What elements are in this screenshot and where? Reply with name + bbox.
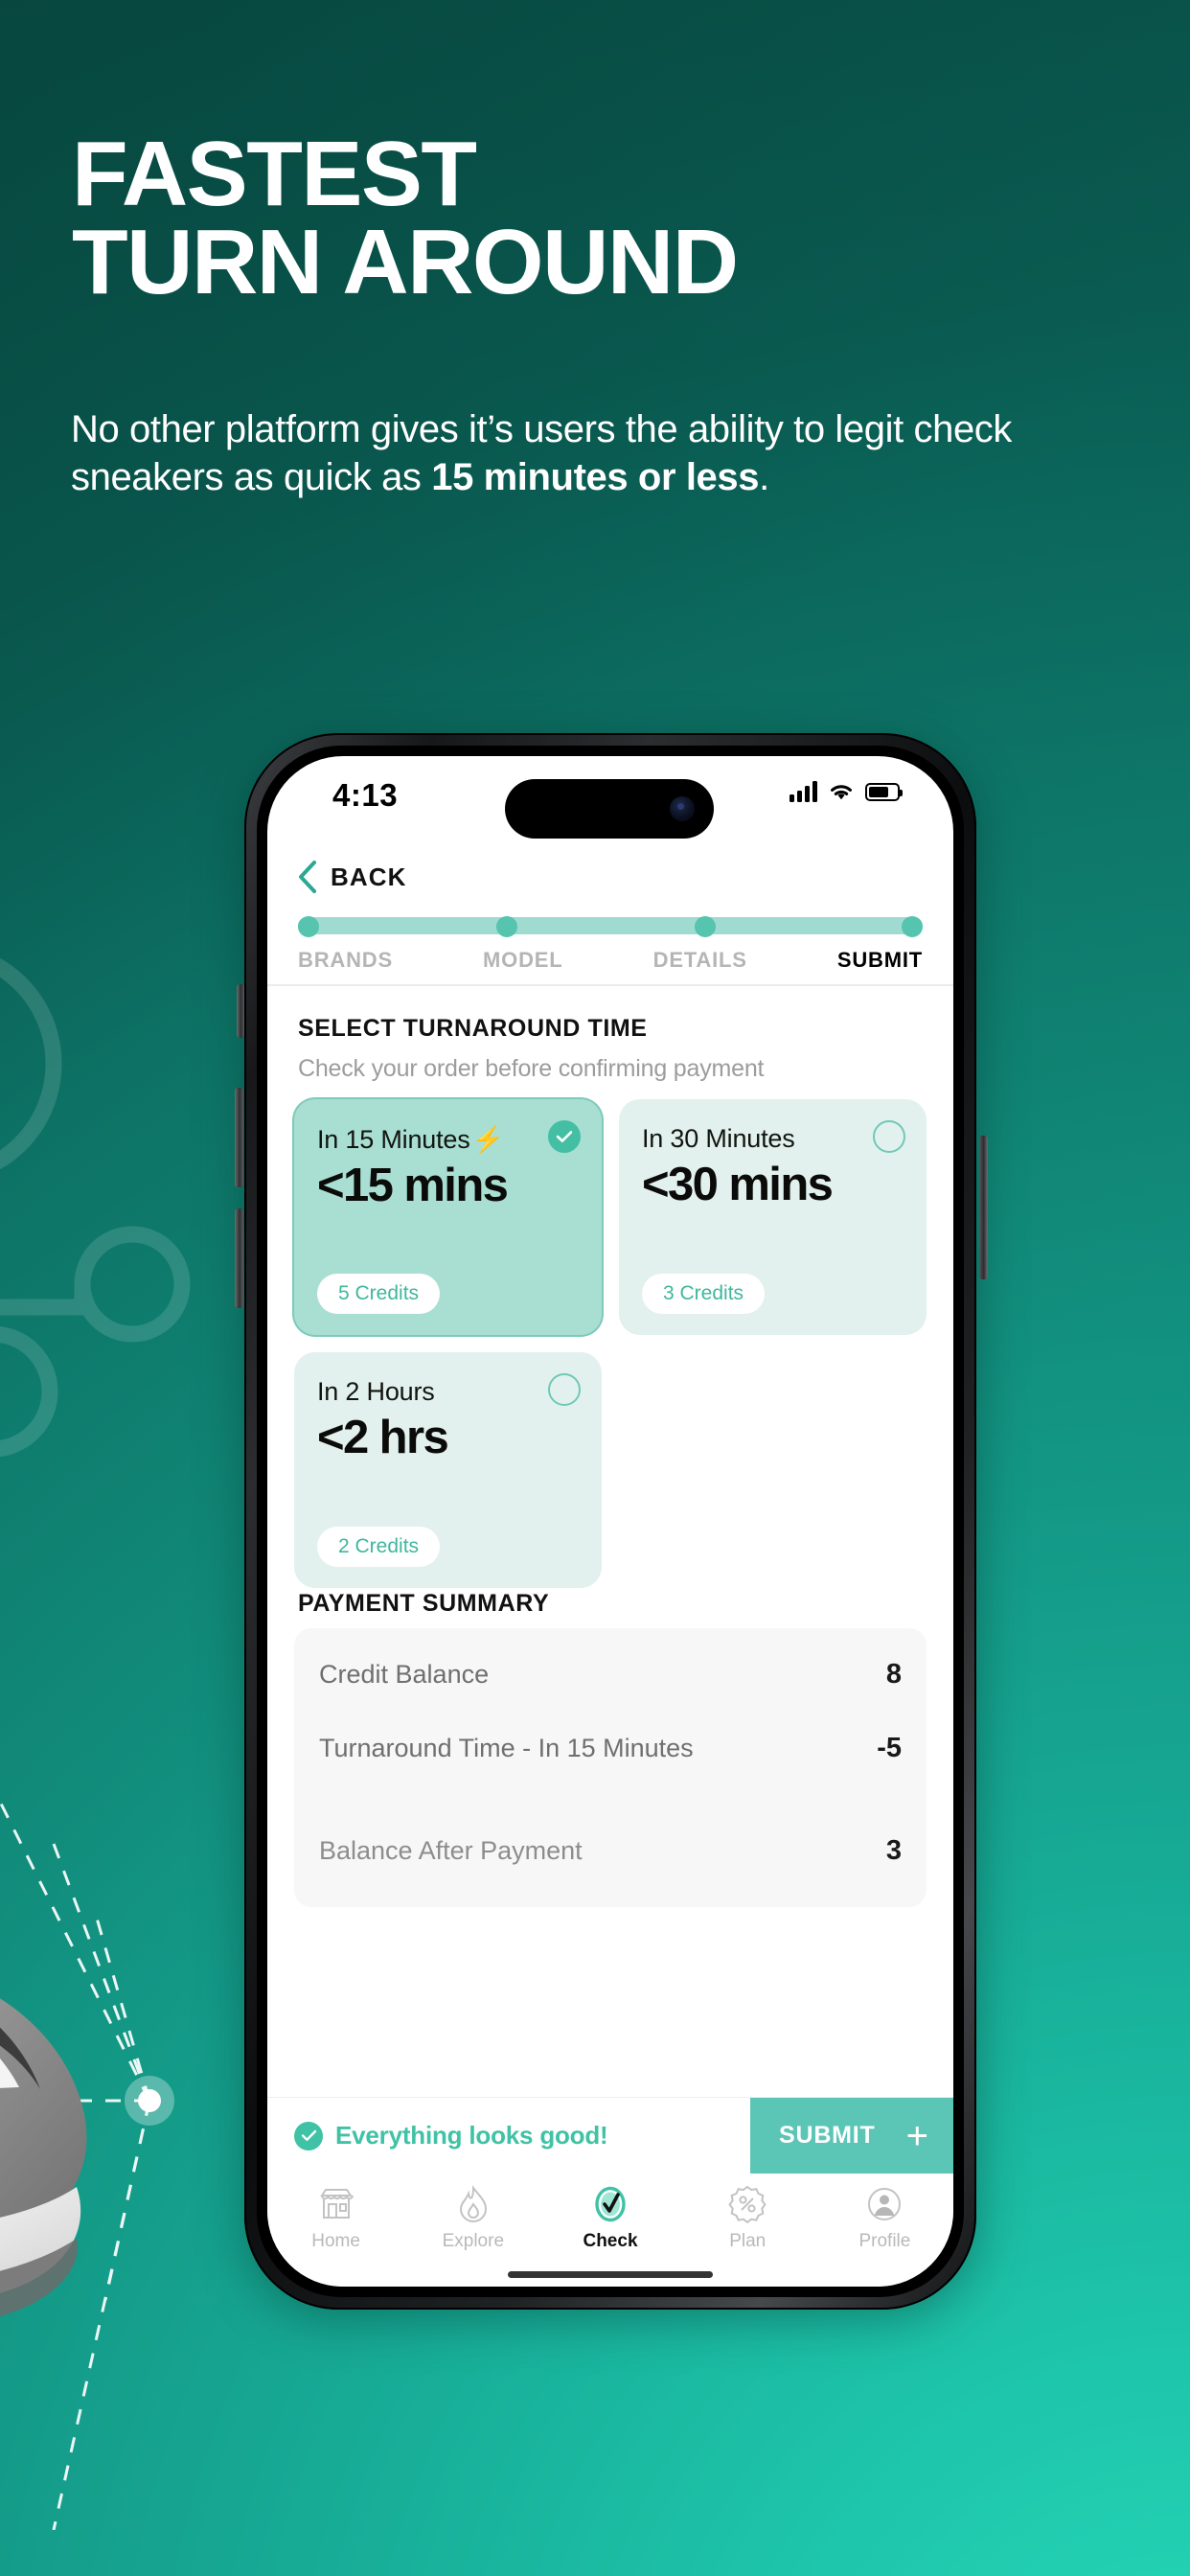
option-credits-badge: 3 Credits xyxy=(642,1274,766,1314)
progress-dot-brands[interactable] xyxy=(298,916,319,937)
bottom-action-bar: Everything looks good! SUBMIT + xyxy=(267,2097,953,2174)
percent-badge-icon xyxy=(728,2183,767,2225)
headline-line-2: TURN AROUND xyxy=(72,211,739,314)
submit-button-label: SUBMIT xyxy=(779,2122,876,2149)
section-title: SELECT TURNAROUND TIME xyxy=(298,1015,648,1042)
option-headline: <15 mins xyxy=(317,1160,509,1211)
option-headline: <2 hrs xyxy=(317,1412,449,1463)
back-button-label: BACK xyxy=(331,862,407,891)
check-circle-icon xyxy=(294,2121,323,2150)
lightning-bolt-icon: ⚡ xyxy=(471,1125,505,1154)
chevron-left-icon xyxy=(299,861,316,893)
progress-dot-submit[interactable] xyxy=(902,916,923,937)
option-headline: <30 mins xyxy=(642,1159,834,1210)
radio-unchecked-icon[interactable] xyxy=(548,1373,581,1406)
radio-unchecked-icon[interactable] xyxy=(873,1120,905,1153)
step-label-model[interactable]: MODEL xyxy=(483,948,562,973)
tab-explore[interactable]: Explore xyxy=(404,2183,541,2252)
front-camera-icon xyxy=(670,796,695,821)
turnaround-option-2-hours[interactable]: In 2 Hours <2 hrs 2 Credits xyxy=(294,1352,602,1588)
sneaker-image xyxy=(0,1998,87,2317)
progress-labels: BRANDS MODEL DETAILS SUBMIT xyxy=(298,948,923,973)
battery-icon xyxy=(865,782,903,801)
header-divider xyxy=(267,984,953,986)
phone-volume-up-button[interactable] xyxy=(235,1088,243,1187)
section-subtitle: Check your order before confirming payme… xyxy=(298,1055,765,1082)
progress-track xyxy=(298,916,923,937)
tab-check[interactable]: Check xyxy=(541,2183,678,2252)
step-label-brands[interactable]: BRANDS xyxy=(298,948,393,973)
validation-status-text: Everything looks good! xyxy=(335,2121,608,2150)
dynamic-island xyxy=(505,779,714,839)
option-title-row: In 2 Hours xyxy=(317,1377,579,1407)
payment-row-value: 8 xyxy=(885,1659,902,1690)
tab-label-home: Home xyxy=(311,2231,360,2251)
signal-bars-icon xyxy=(790,781,817,802)
payment-row-turnaround-time: Turnaround Time - In 15 Minutes -5 xyxy=(319,1712,902,1785)
wifi-icon xyxy=(831,785,852,800)
bottom-tab-bar: Home Explore Check Plan Profile xyxy=(267,2174,953,2287)
tab-home[interactable]: Home xyxy=(267,2183,404,2252)
status-time: 4:13 xyxy=(332,777,399,813)
option-credits-badge: 2 Credits xyxy=(317,1527,441,1567)
phone-screen: 4:13 BACK BRANDS MODEL DETAILS SUBMIT SE… xyxy=(267,756,953,2287)
turnaround-option-30-minutes[interactable]: In 30 Minutes <30 mins 3 Credits xyxy=(619,1099,927,1335)
tab-plan[interactable]: Plan xyxy=(679,2183,816,2252)
phone-power-button[interactable] xyxy=(979,1136,988,1279)
option-title-row: In 15 Minutes ⚡ xyxy=(317,1124,579,1155)
tab-label-profile: Profile xyxy=(858,2231,911,2251)
option-title: In 2 Hours xyxy=(317,1377,435,1406)
payment-row-balance-after-payment: Balance After Payment 3 xyxy=(319,1785,902,1888)
home-indicator[interactable] xyxy=(508,2271,713,2278)
storefront-icon xyxy=(317,2183,355,2225)
option-title: In 30 Minutes xyxy=(642,1124,795,1153)
flame-icon xyxy=(457,2183,490,2225)
payment-row-credit-balance: Credit Balance 8 xyxy=(319,1638,902,1712)
option-credits-badge: 5 Credits xyxy=(317,1274,441,1314)
validation-status: Everything looks good! xyxy=(267,2121,750,2150)
tab-profile[interactable]: Profile xyxy=(816,2183,953,2252)
payment-summary-title: PAYMENT SUMMARY xyxy=(298,1590,550,1617)
tab-label-check: Check xyxy=(583,2231,638,2251)
plus-icon: + xyxy=(905,2114,928,2157)
submit-button[interactable]: SUBMIT + xyxy=(750,2097,953,2174)
promo-subtitle: No other platform gives it’s users the a… xyxy=(71,406,1158,501)
payment-summary-card: Credit Balance 8 Turnaround Time - In 15… xyxy=(294,1628,927,1907)
payment-row-value: 3 xyxy=(885,1835,902,1866)
option-title-row: In 30 Minutes xyxy=(642,1124,904,1154)
progress-dot-model[interactable] xyxy=(496,916,517,937)
check-badge-icon xyxy=(592,2183,629,2225)
payment-row-label: Turnaround Time - In 15 Minutes xyxy=(319,1734,694,1762)
subtitle-text-tail: . xyxy=(759,455,769,498)
tab-label-explore: Explore xyxy=(442,2231,505,2251)
status-indicators xyxy=(790,781,903,802)
phone-mute-switch[interactable] xyxy=(237,984,244,1038)
option-title: In 15 Minutes xyxy=(317,1124,470,1154)
phone-volume-down-button[interactable] xyxy=(235,1208,243,1308)
turnaround-option-15-minutes[interactable]: In 15 Minutes ⚡ <15 mins 5 Credits xyxy=(294,1099,602,1335)
user-circle-icon xyxy=(866,2183,903,2225)
progress-dot-details[interactable] xyxy=(695,916,716,937)
payment-row-value: -5 xyxy=(877,1733,902,1763)
step-label-submit[interactable]: SUBMIT xyxy=(837,948,923,973)
phone-mockup: 4:13 BACK BRANDS MODEL DETAILS SUBMIT SE… xyxy=(233,724,990,2329)
progress-stepper: BRANDS MODEL DETAILS SUBMIT xyxy=(298,916,923,973)
payment-row-label: Balance After Payment xyxy=(319,1836,583,1865)
headline-line-1: FASTEST xyxy=(72,123,477,225)
turnaround-options-list: In 15 Minutes ⚡ <15 mins 5 Credits In 30… xyxy=(294,1099,927,1588)
radio-checked-icon[interactable] xyxy=(548,1120,581,1153)
back-button[interactable]: BACK xyxy=(267,846,953,908)
promo-headline: FASTEST TURN AROUND xyxy=(72,123,1135,314)
payment-row-label: Credit Balance xyxy=(319,1660,490,1689)
subtitle-text-bold: 15 minutes or less xyxy=(431,455,760,498)
step-label-details[interactable]: DETAILS xyxy=(653,948,747,973)
tab-label-plan: Plan xyxy=(729,2231,767,2251)
